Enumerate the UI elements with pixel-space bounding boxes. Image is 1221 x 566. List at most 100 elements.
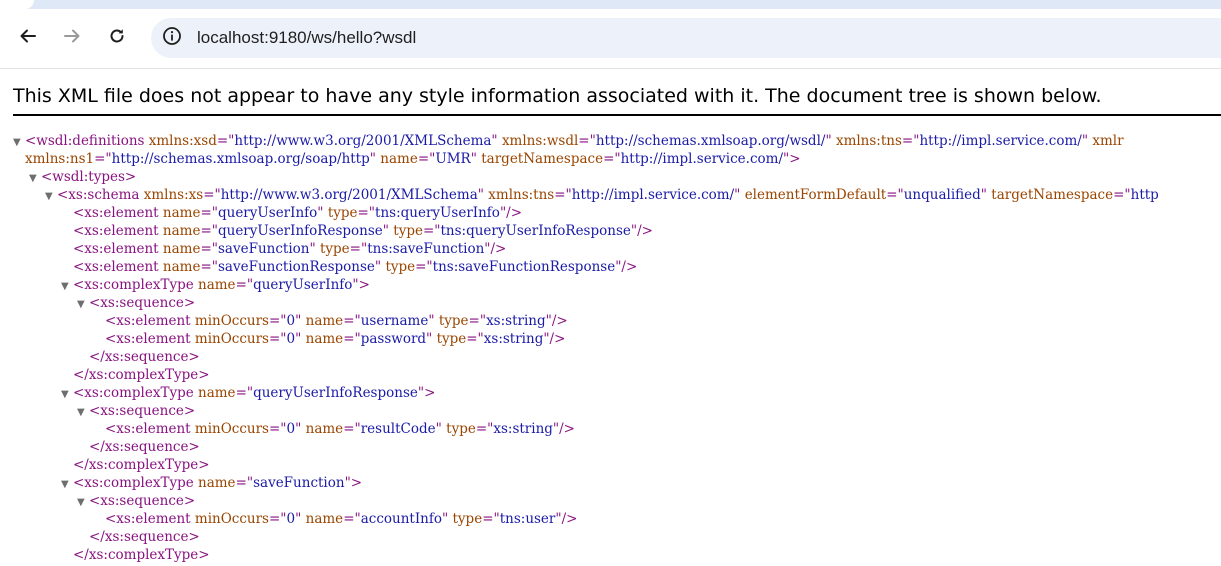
attribute-name: type xyxy=(385,259,416,275)
tag-text: =" xyxy=(200,205,218,221)
attribute-name: name xyxy=(162,241,201,257)
collapse-toggle-icon[interactable]: ▼ xyxy=(61,476,73,494)
xml-line[interactable]: ▼ <wsdl:types> xyxy=(29,168,136,186)
collapse-toggle-icon[interactable]: ▼ xyxy=(77,494,89,512)
tag-text: =" xyxy=(886,187,904,203)
xml-line[interactable]: ▼ <xs:complexType name="saveFunction"> xyxy=(61,474,362,492)
attribute-value: tns:saveFunctionResponse xyxy=(432,259,616,275)
tag-text: </xs:sequence> xyxy=(89,529,200,545)
tag-text: =" xyxy=(422,223,441,239)
arrow-right-icon xyxy=(63,27,81,50)
xml-line[interactable]: ▼ <xs:complexType name="queryUserInfo"> xyxy=(61,276,370,294)
xml-line: </xs:complexType> xyxy=(73,366,210,384)
site-info-button[interactable] xyxy=(162,26,182,51)
tag-text: "/> xyxy=(555,511,578,527)
tag-text: "> xyxy=(352,277,370,293)
collapse-toggle-icon[interactable]: ▼ xyxy=(77,296,89,314)
arrow-left-icon xyxy=(19,27,37,50)
tag-text: <xs:sequence> xyxy=(89,295,196,311)
attribute-name: type xyxy=(327,205,358,221)
attribute-name: name xyxy=(305,511,344,527)
xml-line[interactable]: ▼ <wsdl:definitions xmlns:xsd="http://www… xyxy=(13,132,1124,150)
attribute-value: saveFunction xyxy=(253,475,345,491)
tag-text: </xs:complexType> xyxy=(73,457,210,473)
attribute-value: http://www.w3.org/2001/XMLSchema xyxy=(234,133,492,149)
info-circle-icon xyxy=(162,26,182,51)
reload-icon xyxy=(108,27,126,50)
tag-text: =" xyxy=(901,133,920,149)
tag-text: <xs:complexType xyxy=(73,475,194,491)
xml-line[interactable]: ▼ <xs:sequence> xyxy=(77,492,195,510)
xml-line[interactable]: ▼ <xs:sequence> xyxy=(77,402,195,420)
tag-text: <xs:element xyxy=(105,511,191,527)
tag-text: =" xyxy=(578,133,596,149)
xml-line: </xs:sequence> xyxy=(89,348,200,366)
attribute-name: type xyxy=(393,223,423,239)
attribute-value: http://impl.service.com/ xyxy=(620,151,783,167)
tag-text: =" xyxy=(200,223,218,239)
tag-text: <xs:sequence> xyxy=(89,403,196,419)
xml-line[interactable]: ▼ <xs:schema xmlns:xs="http://www.w3.org/… xyxy=(45,186,1159,204)
attribute-value: http://schemas.xmlsoap.org/soap/http xyxy=(111,151,370,167)
xml-line: <xs:element minOccurs="0" name="resultCo… xyxy=(105,420,575,438)
xml-line: <xs:element name="queryUserInfo" type="t… xyxy=(73,204,522,222)
tag-text: =" xyxy=(603,151,621,167)
tag-text: =" xyxy=(415,259,433,275)
tag-text: "> xyxy=(783,151,801,167)
collapse-toggle-icon[interactable]: ▼ xyxy=(61,386,73,404)
tag-text: <xs:element xyxy=(73,241,159,257)
collapse-toggle-icon[interactable]: ▼ xyxy=(29,170,41,188)
tag-text: =" xyxy=(269,511,287,527)
url-text[interactable]: localhost:9180/ws/hello?wsdl xyxy=(197,28,416,48)
attribute-value: 0 xyxy=(286,511,296,527)
tag-text: <xs:element xyxy=(73,205,159,221)
xml-line: xmlns:ns1="http://schemas.xmlsoap.org/so… xyxy=(25,150,801,168)
tag-text: =" xyxy=(343,421,361,437)
attribute-value: http xyxy=(1130,187,1159,203)
attribute-name: name xyxy=(162,205,201,221)
attribute-value: 0 xyxy=(286,421,296,437)
tag-text: "/> xyxy=(543,331,566,347)
collapse-toggle-icon[interactable]: ▼ xyxy=(13,134,25,152)
collapse-toggle-icon[interactable]: ▼ xyxy=(45,188,57,206)
address-bar[interactable]: localhost:9180/ws/hello?wsdl xyxy=(151,18,1221,58)
attribute-name: elementFormDefault xyxy=(744,187,887,203)
attribute-value: queryUserInfo xyxy=(253,277,353,293)
tag-text: "/> xyxy=(552,421,575,437)
back-button[interactable] xyxy=(13,23,43,53)
collapse-toggle-icon[interactable]: ▼ xyxy=(61,278,73,296)
forward-button[interactable] xyxy=(57,23,87,53)
collapse-toggle-icon[interactable]: ▼ xyxy=(77,404,89,422)
xml-line: <xs:element minOccurs="0" name="username… xyxy=(105,312,568,330)
attribute-value: username xyxy=(360,313,429,329)
attribute-value: queryUserInfoResponse xyxy=(253,385,418,401)
tag-text: <xs:complexType xyxy=(73,277,194,293)
attribute-name: name xyxy=(198,475,236,491)
attribute-value: queryUserInfo xyxy=(217,205,318,221)
attribute-name: xmlns:xsd xyxy=(148,133,217,149)
attribute-name: type xyxy=(446,421,476,437)
tag-text: "> xyxy=(344,475,363,491)
attribute-value: saveFunction xyxy=(217,241,310,257)
tag-text: =" xyxy=(343,313,361,329)
xml-line[interactable]: ▼ <xs:sequence> xyxy=(77,294,195,312)
xml-line: <xs:element name="queryUserInfoResponse"… xyxy=(73,222,653,240)
attribute-value: tns:queryUserInfoResponse xyxy=(440,223,631,239)
attribute-name: type xyxy=(438,313,469,329)
attribute-name: minOccurs xyxy=(194,331,269,347)
attribute-value: http://impl.service.com/ xyxy=(571,187,735,203)
xml-document-tree: ▼ <wsdl:definitions xmlns:xsd="http://www… xyxy=(0,132,1221,566)
tag-text: <wsdl:types> xyxy=(41,169,137,185)
tag-text: =" xyxy=(200,259,218,275)
tag-text: =" xyxy=(357,205,376,221)
tag-text: "/> xyxy=(545,313,568,329)
attribute-value: accountInfo xyxy=(360,511,442,527)
reload-button[interactable] xyxy=(102,23,132,53)
tab-strip xyxy=(0,0,1221,9)
tag-text: =" xyxy=(466,331,484,347)
xml-line[interactable]: ▼ <xs:complexType name="queryUserInfoResp… xyxy=(61,384,435,402)
tag-text: "/> xyxy=(615,259,638,275)
attribute-value: tns:user xyxy=(499,511,556,527)
tag-text: =" xyxy=(216,133,235,149)
tag-text: </xs:sequence> xyxy=(89,439,200,455)
